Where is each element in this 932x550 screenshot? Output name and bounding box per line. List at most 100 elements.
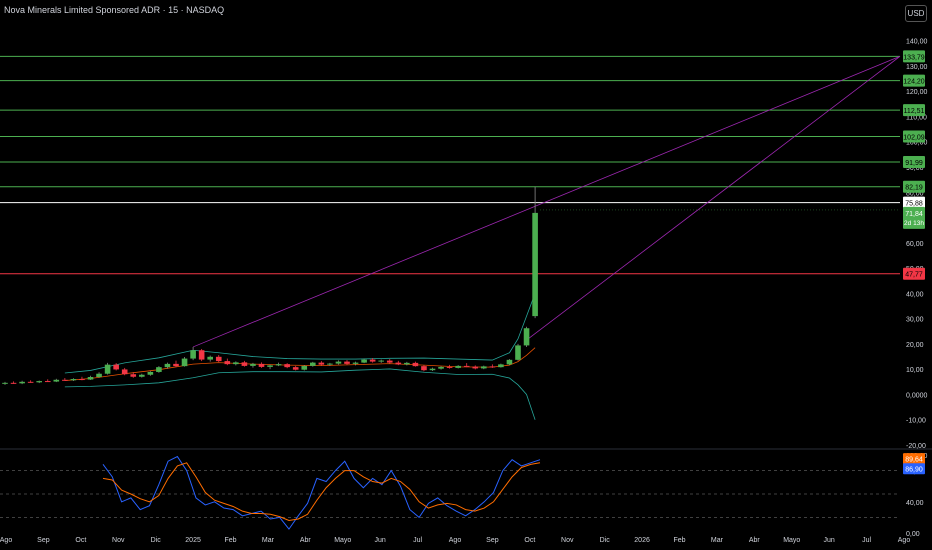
candle-body: [44, 381, 51, 383]
price-axis-tick: -20,00: [906, 443, 926, 450]
time-axis-label: Mar: [262, 537, 275, 544]
candle-body: [523, 328, 530, 346]
candle-body: [87, 377, 94, 380]
candle-body: [489, 366, 496, 368]
candle-body: [301, 365, 308, 370]
price-level-label: 91,99: [905, 160, 923, 167]
chart-title: Nova Minerals Limited Sponsored ADR · 15…: [4, 5, 225, 15]
stoch-axis-tick: 0,00: [906, 531, 920, 538]
candle-body: [181, 358, 188, 367]
candle-body: [36, 381, 42, 383]
candle-body: [96, 373, 102, 378]
candle-body: [404, 362, 410, 365]
candle-body: [344, 361, 350, 364]
candle-body: [327, 363, 333, 365]
stoch-value-label: 89,64: [905, 457, 923, 464]
stoch-series-line: [102, 455, 541, 530]
candle-body: [113, 364, 119, 370]
time-axis-label: Oct: [524, 537, 535, 544]
candle-body: [378, 360, 384, 362]
candle-body: [506, 359, 513, 365]
candle-body: [156, 367, 162, 372]
time-axis-label: Feb: [224, 537, 236, 544]
candle-body: [455, 365, 461, 368]
candle-body: [481, 366, 487, 369]
time-axis-label: Dic: [151, 537, 162, 544]
candle-body: [318, 362, 325, 365]
candle-body: [267, 365, 273, 367]
candle-body: [361, 359, 367, 363]
price-axis-tick: -10,00: [906, 418, 926, 425]
time-axis-label: Feb: [673, 537, 685, 544]
stoch-axis-tick: 40,00: [906, 500, 924, 507]
candle-body: [19, 381, 25, 384]
time-axis-label: 2025: [185, 537, 201, 544]
candle-body: [292, 367, 299, 370]
time-axis-label: Mayo: [783, 537, 800, 544]
candle-body: [446, 366, 453, 368]
candle-body: [53, 379, 60, 382]
candle-body: [284, 364, 290, 368]
time-axis-label: Sep: [486, 537, 499, 544]
candle-body: [429, 368, 436, 371]
price-level-label: 112,51: [904, 108, 925, 115]
price-axis-tick: 30,00: [906, 317, 924, 324]
time-axis-label: 2026: [634, 537, 650, 544]
price-level-label: 75,88: [905, 201, 923, 208]
price-axis-tick: 40,00: [906, 291, 924, 298]
currency-button[interactable]: USD: [905, 5, 927, 22]
chart-canvas[interactable]: 140,00130,00120,00110,00100,0090,0080,00…: [0, 0, 932, 550]
price-level-label: 82,19: [905, 185, 923, 192]
time-axis-label: Ago: [449, 537, 462, 544]
candle-body: [310, 362, 316, 366]
candle-body: [275, 364, 282, 366]
candle-body: [104, 364, 111, 374]
time-axis-label: Dic: [600, 537, 611, 544]
time-axis-label: Sep: [37, 537, 50, 544]
candle-body: [463, 365, 470, 367]
candle-body: [369, 359, 376, 362]
countdown-label: 2d 13h: [904, 220, 924, 227]
candle-body: [207, 356, 213, 360]
price-axis-tick: 10,00: [906, 367, 924, 374]
time-axis-label: Jun: [375, 537, 386, 544]
time-axis-label: Nov: [112, 537, 125, 544]
candle-body: [70, 379, 77, 381]
price-axis-tick: 130,00: [906, 64, 928, 71]
price-axis-tick: 140,00: [906, 39, 928, 46]
candle-body: [130, 374, 137, 377]
trend-line: [526, 56, 901, 341]
trend-line: [192, 55, 901, 348]
stoch-value-label: 86,90: [905, 467, 923, 474]
time-axis-label: Abr: [749, 537, 761, 544]
candle-body: [335, 361, 342, 364]
candle-body: [233, 362, 239, 365]
time-axis-label: Abr: [300, 537, 312, 544]
price-level-label: 47,77: [905, 272, 923, 279]
bollinger-upper-line: [64, 293, 536, 374]
price-level-label: 133,79: [903, 54, 925, 61]
candle-body: [395, 362, 402, 365]
candle-body: [241, 362, 248, 366]
candle-body: [27, 381, 34, 383]
candle-body: [412, 362, 419, 367]
candle-body: [532, 212, 538, 317]
time-axis-label: Mar: [711, 537, 724, 544]
price-axis-tick: 60,00: [906, 241, 924, 248]
candle-body: [173, 363, 179, 367]
price-level-label: 102,09: [903, 134, 925, 141]
candle-body: [258, 363, 265, 367]
candle-body: [139, 374, 145, 377]
time-axis-label: Mayo: [334, 537, 351, 544]
candle-body: [472, 366, 479, 369]
candle-body: [386, 360, 393, 363]
candle-body: [438, 366, 444, 369]
current-price-label: 71,84: [905, 211, 923, 218]
price-axis-tick: 0,0000: [906, 392, 928, 399]
price-axis-tick: 120,00: [906, 89, 928, 96]
candle-body: [147, 371, 154, 375]
time-axis-label: Nov: [561, 537, 574, 544]
candle-body: [121, 369, 128, 375]
time-axis-label: Jun: [824, 537, 835, 544]
candle-body: [224, 361, 231, 365]
